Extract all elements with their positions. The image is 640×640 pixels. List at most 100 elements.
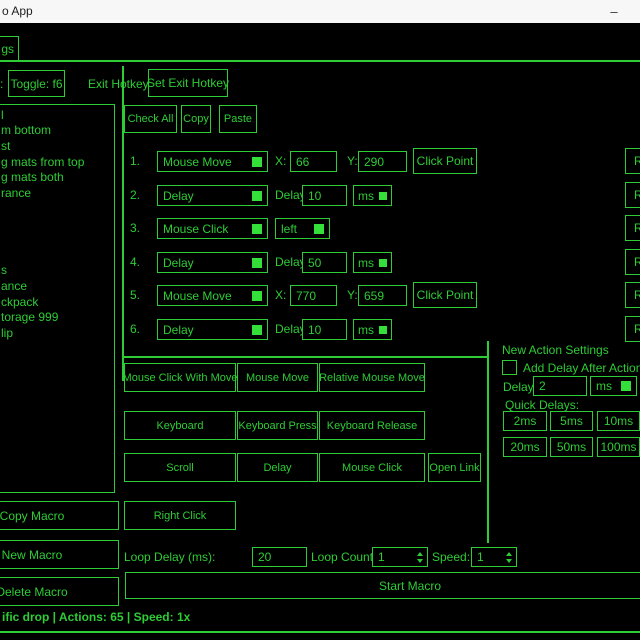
remove-action-button[interactable]: R: [625, 148, 640, 174]
quick-delay-button[interactable]: 20ms: [503, 437, 547, 457]
spinner-arrows[interactable]: [506, 548, 512, 566]
nas-delay-input[interactable]: 2: [533, 376, 587, 396]
click-point-button[interactable]: Click Point: [413, 282, 477, 308]
remove-action-button[interactable]: R: [625, 282, 640, 308]
dropdown-indicator-icon: [314, 224, 324, 234]
palette-mouse-move-button[interactable]: Mouse Move: [237, 363, 318, 392]
action-type-dropdown[interactable]: Mouse Move: [157, 151, 268, 172]
y-input[interactable]: 659: [358, 285, 407, 306]
spinner-down-icon[interactable]: [506, 559, 512, 563]
spinner-up-icon[interactable]: [506, 552, 512, 556]
delay-unit-dropdown[interactable]: ms: [353, 252, 392, 273]
y-input[interactable]: 290: [358, 151, 407, 172]
spinner-up-icon[interactable]: [417, 552, 423, 556]
click-point-label: Click Point: [417, 154, 474, 168]
macro-list-item[interactable]: l: [1, 108, 4, 122]
mouse-button-value: left: [281, 222, 297, 236]
action-type-value: Delay: [163, 256, 194, 270]
palette-keyboard-button[interactable]: Keyboard: [124, 411, 236, 440]
remove-action-button[interactable]: R: [625, 316, 640, 342]
dropdown-indicator-icon: [252, 258, 262, 268]
toggle-hotkey-button[interactable]: Toggle: f6: [8, 70, 65, 97]
macro-list-item[interactable]: ance: [1, 279, 27, 293]
check-all-button[interactable]: Check All: [124, 105, 177, 133]
palette-label: Scroll: [166, 462, 194, 474]
delay-input[interactable]: 50: [302, 252, 347, 273]
dropdown-indicator-icon: [252, 191, 262, 201]
palette-right-click-button[interactable]: Right Click: [124, 501, 236, 530]
remove-action-button[interactable]: R: [625, 249, 640, 275]
palette-mouse-click-with-move-button[interactable]: Mouse Click With Move: [124, 363, 236, 392]
paste-button[interactable]: Paste: [219, 105, 257, 133]
macro-list-item[interactable]: lip: [1, 326, 13, 340]
action-type-value: Delay: [163, 189, 194, 203]
mouse-button-dropdown[interactable]: left: [275, 218, 330, 239]
macro-list-item[interactable]: m bottom: [1, 123, 51, 137]
palette-label: Delay: [263, 462, 291, 474]
check-all-label: Check All: [128, 113, 174, 125]
loop-delay-input[interactable]: 20: [252, 547, 307, 567]
palette-label: Right Click: [154, 510, 207, 522]
palette-label: Keyboard: [156, 420, 203, 432]
spinner-arrows[interactable]: [417, 548, 423, 566]
spinner-down-icon[interactable]: [417, 559, 423, 563]
quick-delay-button[interactable]: 50ms: [550, 437, 593, 457]
palette-keyboard-release-button[interactable]: Keyboard Release: [319, 411, 425, 440]
x-input[interactable]: 770: [290, 285, 337, 306]
palette-mouse-click-button[interactable]: Mouse Click: [319, 453, 425, 482]
click-point-label: Click Point: [417, 288, 474, 302]
new-macro-button[interactable]: New Macro: [0, 540, 119, 569]
macro-list-item[interactable]: g mats both: [1, 170, 64, 184]
palette-relative-mouse-move-button[interactable]: Relative Mouse Move: [319, 363, 425, 392]
add-delay-checkbox[interactable]: [502, 360, 517, 375]
macro-list-item[interactable]: st: [1, 139, 10, 153]
y-value: 290: [364, 155, 384, 169]
action-row-number: 1.: [130, 154, 140, 168]
delay-input[interactable]: 10: [302, 185, 347, 206]
delay-unit-dropdown[interactable]: ms: [353, 185, 392, 206]
copy-macro-button[interactable]: Copy Macro: [0, 501, 119, 530]
palette-delay-button[interactable]: Delay: [237, 453, 318, 482]
quick-delay-button[interactable]: 2ms: [503, 411, 547, 431]
delay-value: 50: [308, 256, 321, 270]
macro-list-item[interactable]: g mats from top: [1, 155, 84, 169]
delay-unit-dropdown[interactable]: ms: [353, 319, 392, 340]
speed-spinner[interactable]: 1: [471, 547, 517, 567]
copy-button[interactable]: Copy: [181, 105, 211, 133]
macro-list-item[interactable]: s: [1, 263, 7, 277]
x-label: X:: [275, 154, 286, 168]
macro-list-item[interactable]: ckpack: [1, 295, 38, 309]
action-type-dropdown[interactable]: Delay: [157, 252, 268, 273]
x-input[interactable]: 66: [290, 151, 337, 172]
palette-scroll-button[interactable]: Scroll: [124, 453, 236, 482]
delay-input[interactable]: 10: [302, 319, 347, 340]
macro-list-item[interactable]: torage 999: [1, 310, 58, 324]
palette-open-link-button[interactable]: Open Link: [428, 453, 481, 482]
loop-count-spinner[interactable]: 1: [372, 547, 428, 567]
delete-macro-button[interactable]: Delete Macro: [0, 577, 119, 606]
remove-action-button[interactable]: R: [625, 182, 640, 208]
nas-unit-dropdown[interactable]: ms: [590, 376, 637, 396]
new-action-settings-title: New Action Settings: [502, 343, 609, 357]
action-type-dropdown[interactable]: Mouse Move: [157, 285, 268, 306]
action-type-dropdown[interactable]: Delay: [157, 319, 268, 340]
palette-keyboard-press-button[interactable]: Keyboard Press: [237, 411, 318, 440]
action-row-number: 2.: [130, 188, 140, 202]
quick-delay-button[interactable]: 100ms: [597, 437, 640, 457]
action-type-dropdown[interactable]: Mouse Click: [157, 218, 268, 239]
tab-settings[interactable]: gs: [0, 36, 19, 61]
statusbar-bottom-border: [0, 631, 640, 633]
minimize-button[interactable]: –: [596, 0, 632, 23]
macro-list-item[interactable]: rance: [1, 186, 31, 200]
remove-action-label: R: [634, 154, 640, 168]
start-macro-button[interactable]: Start Macro: [125, 572, 640, 599]
quick-delay-button[interactable]: 5ms: [550, 411, 593, 431]
quick-delay-button[interactable]: 10ms: [597, 411, 640, 431]
nas-delay-label: Delay:: [503, 380, 537, 394]
click-point-button[interactable]: Click Point: [413, 148, 477, 174]
action-type-dropdown[interactable]: Delay: [157, 185, 268, 206]
dropdown-indicator-icon: [379, 259, 387, 267]
paste-label: Paste: [224, 113, 252, 125]
remove-action-button[interactable]: R: [625, 215, 640, 241]
set-exit-hotkey-button[interactable]: Set Exit Hotkey: [148, 69, 228, 97]
